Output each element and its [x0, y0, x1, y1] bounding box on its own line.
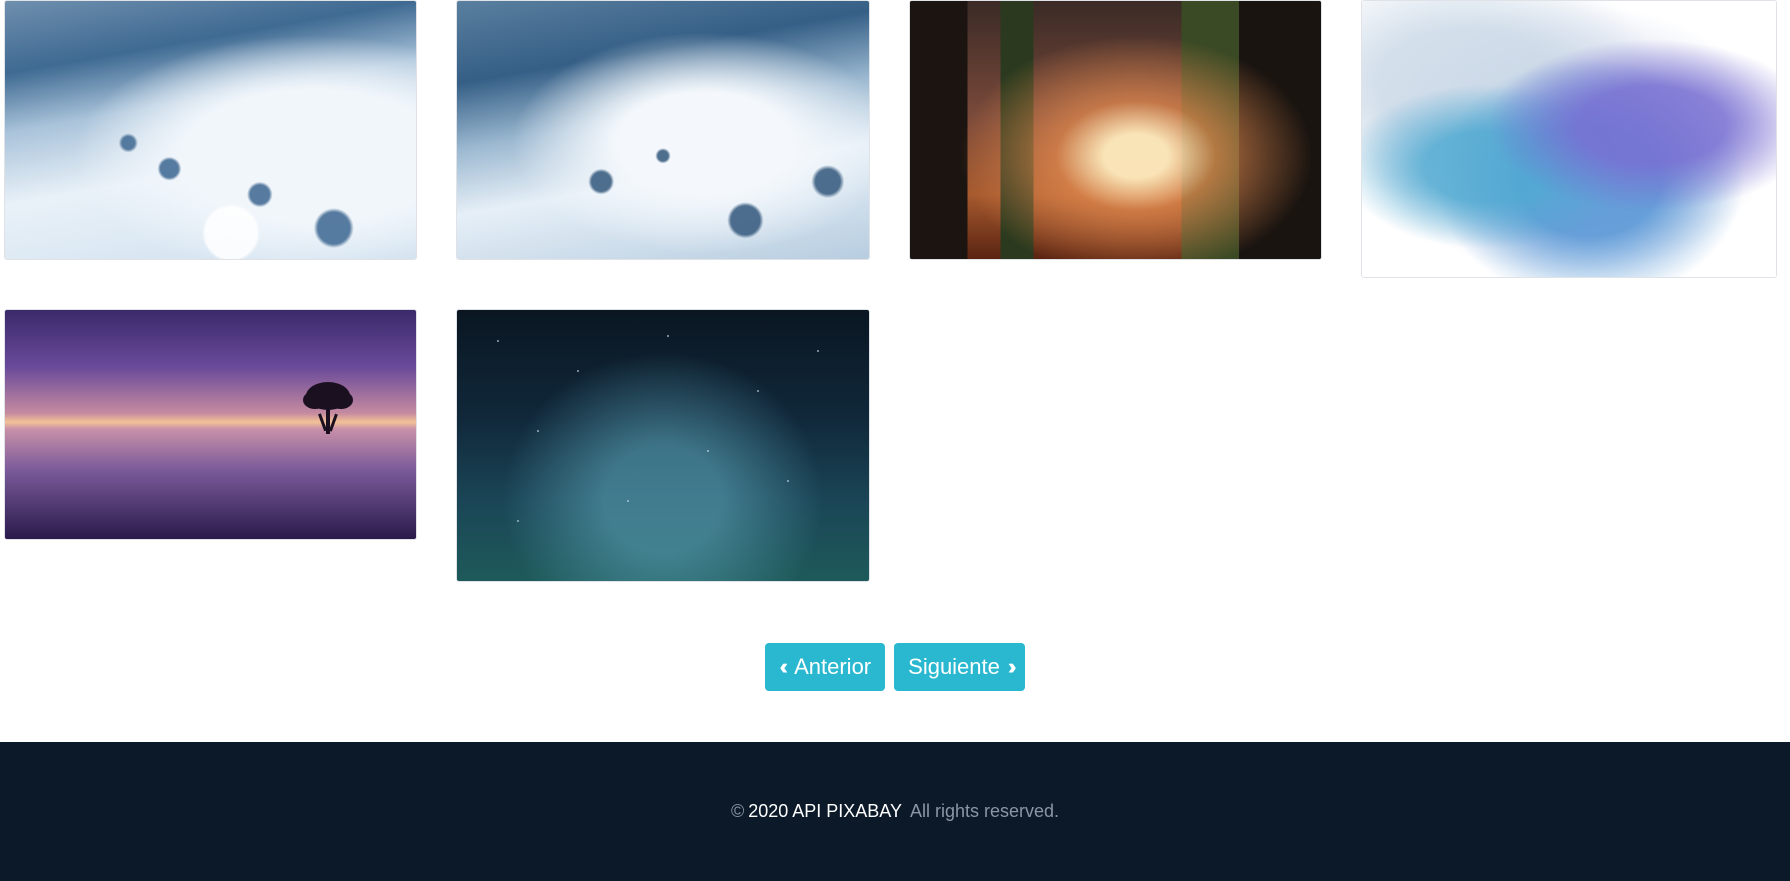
gallery-image-card[interactable]: [4, 309, 417, 540]
water-splash-image[interactable]: [457, 1, 869, 259]
double-chevron-right-icon: ››: [1007, 654, 1016, 679]
pagination: ‹‹ Anterior Siguiente ››: [0, 643, 1790, 691]
image-gallery: [0, 0, 1790, 600]
star: [517, 520, 519, 522]
previous-page-button[interactable]: ‹‹ Anterior: [765, 643, 886, 691]
star: [787, 480, 789, 482]
tree-silhouette: [302, 382, 353, 435]
gallery-image-card[interactable]: [456, 0, 870, 260]
sunset-lake-image[interactable]: [5, 310, 416, 539]
gallery-image-card[interactable]: [4, 0, 417, 260]
water-splash-image[interactable]: [5, 1, 416, 259]
footer-brand: 2020 API PIXABAY: [748, 801, 902, 821]
next-page-label: Siguiente: [908, 654, 1000, 679]
double-chevron-left-icon: ‹‹: [779, 654, 787, 679]
footer-rights-text: All rights reserved.: [909, 801, 1060, 821]
gallery-image-card[interactable]: [456, 309, 870, 582]
watercolor-image[interactable]: [1362, 1, 1776, 277]
star: [667, 335, 669, 337]
star: [627, 500, 629, 502]
copyright-symbol: ©: [730, 801, 745, 821]
forest-path-image[interactable]: [910, 1, 1321, 259]
previous-page-label: Anterior: [794, 654, 872, 679]
star: [537, 430, 539, 432]
next-page-button[interactable]: Siguiente ››: [894, 643, 1025, 691]
starry-sky-image[interactable]: [457, 310, 869, 581]
footer: © 2020 API PIXABAY All rights reserved.: [0, 742, 1790, 881]
star: [817, 350, 819, 352]
gallery-image-card[interactable]: [909, 0, 1322, 260]
gallery-image-card[interactable]: [1361, 0, 1777, 278]
star: [757, 390, 759, 392]
star: [577, 370, 579, 372]
star: [707, 450, 709, 452]
star: [497, 340, 499, 342]
page: ‹‹ Anterior Siguiente ›› © 2020 API PIXA…: [0, 0, 1790, 881]
